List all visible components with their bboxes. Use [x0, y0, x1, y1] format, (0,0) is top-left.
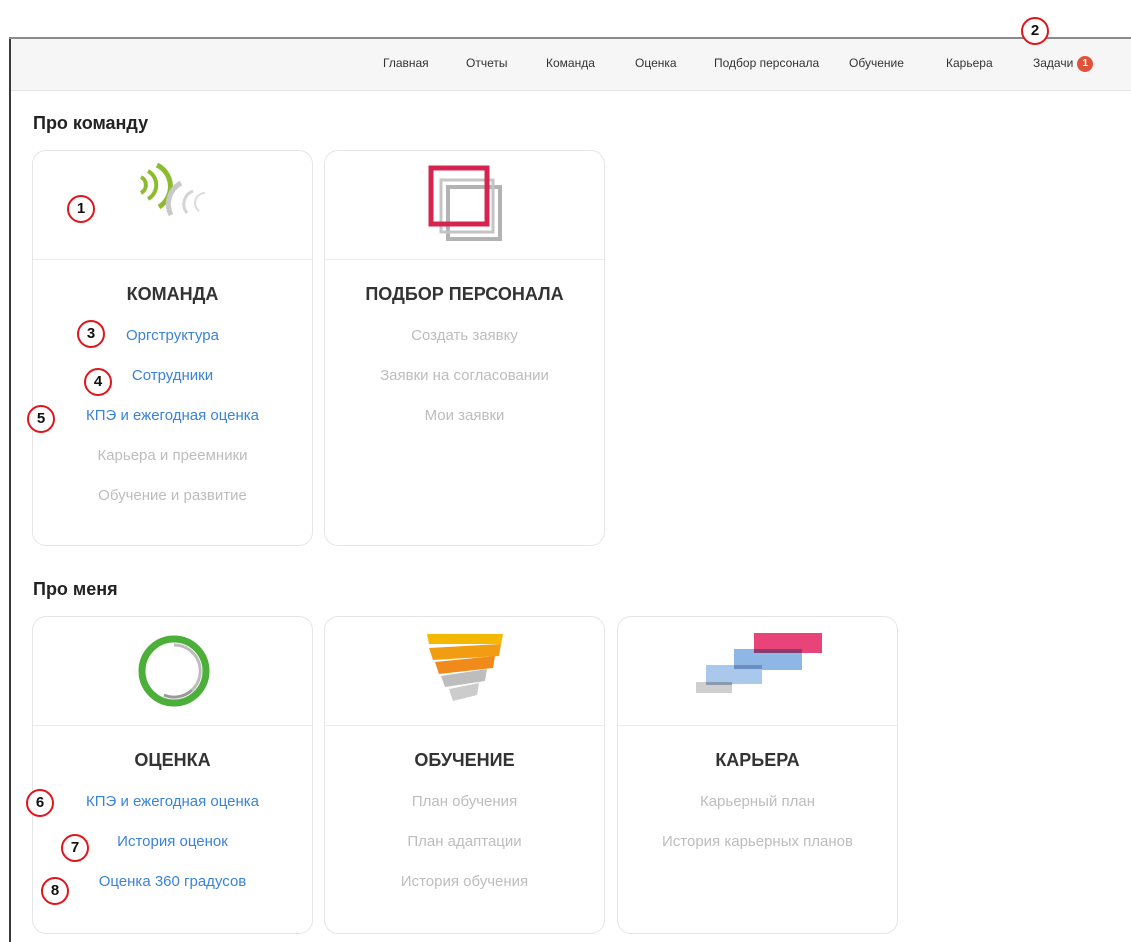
- recruiting-squares-icon: [428, 165, 504, 241]
- link-career-successors: Карьера и преемники: [97, 447, 248, 464]
- team-signal-icon: [135, 163, 217, 239]
- nav-item-assessment[interactable]: Оценка: [635, 56, 677, 70]
- card-career: КАРЬЕРА Карьерный план История карьерных…: [617, 616, 898, 934]
- nav-item-reports[interactable]: Отчеты: [466, 56, 507, 70]
- annotation-marker-7: 7: [61, 834, 89, 862]
- link-team-kpi-annual-assessment[interactable]: КПЭ и ежегодная оценка: [33, 407, 312, 447]
- card-team-title: КОМАНДА: [126, 284, 219, 304]
- card-assessment-title: ОЦЕНКА: [134, 750, 211, 770]
- card-learning-header: [325, 617, 604, 726]
- link-career-plans-history: История карьерных планов: [662, 833, 853, 850]
- learning-funnel-icon: [423, 631, 509, 707]
- card-recruiting: ПОДБОР ПЕРСОНАЛА Создать заявку Заявки н…: [324, 150, 605, 546]
- card-career-header: [618, 617, 897, 726]
- nav-item-recruiting[interactable]: Подбор персонала: [714, 56, 819, 70]
- frame-border-left: [9, 37, 11, 942]
- top-navigation: Главная Отчеты Команда Оценка Подбор пер…: [11, 39, 1131, 91]
- card-learning: ОБУЧЕНИЕ План обучения План адаптации Ис…: [324, 616, 605, 934]
- card-learning-title: ОБУЧЕНИЕ: [414, 750, 515, 770]
- card-recruiting-title: ПОДБОР ПЕРСОНАЛА: [365, 284, 564, 304]
- card-recruiting-header: [325, 151, 604, 260]
- page: Главная Отчеты Команда Оценка Подбор пер…: [0, 0, 1131, 942]
- annotation-marker-1: 1: [67, 195, 95, 223]
- nav-item-team[interactable]: Команда: [546, 56, 595, 70]
- link-requests-pending: Заявки на согласовании: [380, 367, 549, 384]
- link-create-request: Создать заявку: [411, 327, 518, 344]
- nav-item-home[interactable]: Главная: [383, 56, 429, 70]
- link-my-kpi-annual-assessment[interactable]: КПЭ и ежегодная оценка: [33, 793, 312, 833]
- link-org-structure[interactable]: Оргструктура: [33, 327, 312, 367]
- link-learning-plan: План обучения: [411, 793, 518, 810]
- career-steps-icon: [694, 631, 824, 701]
- card-assessment: ОЦЕНКА КПЭ и ежегодная оценка История оц…: [32, 616, 313, 934]
- annotation-marker-2: 2: [1021, 17, 1049, 45]
- annotation-marker-5: 5: [27, 405, 55, 433]
- card-assessment-header: [33, 617, 312, 726]
- assessment-ring-icon: [136, 633, 212, 709]
- link-learning-development: Обучение и развитие: [98, 487, 247, 504]
- link-adaptation-plan: План адаптации: [407, 833, 522, 850]
- section-title-me: Про меня: [33, 579, 118, 599]
- annotation-marker-3: 3: [77, 320, 105, 348]
- link-learning-history: История обучения: [400, 873, 529, 890]
- nav-item-learning[interactable]: Обучение: [849, 56, 904, 70]
- link-my-requests: Мои заявки: [424, 407, 505, 424]
- nav-item-tasks[interactable]: Задачи 1: [1033, 56, 1094, 72]
- link-360-assessment[interactable]: Оценка 360 градусов: [33, 873, 312, 913]
- card-career-title: КАРЬЕРА: [715, 750, 800, 770]
- link-employees[interactable]: Сотрудники: [33, 367, 312, 407]
- nav-tasks-label: Задачи: [1033, 56, 1074, 70]
- section-title-team: Про команду: [33, 113, 149, 133]
- annotation-marker-4: 4: [84, 368, 112, 396]
- tasks-count-badge: 1: [1077, 56, 1094, 72]
- nav-item-career[interactable]: Карьера: [946, 56, 993, 70]
- annotation-marker-6: 6: [26, 789, 54, 817]
- link-career-plan: Карьерный план: [699, 793, 816, 810]
- annotation-marker-8: 8: [41, 877, 69, 905]
